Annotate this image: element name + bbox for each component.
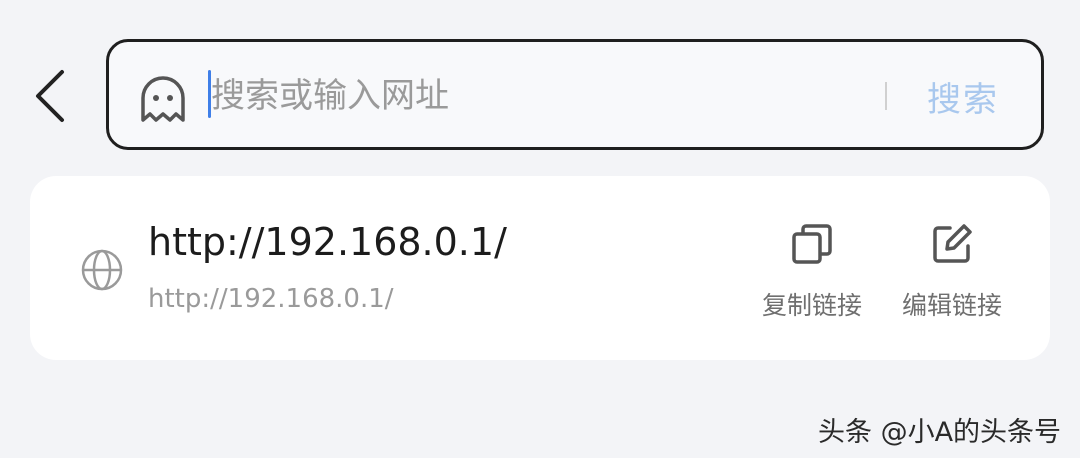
search-submit-button[interactable]: 搜索 xyxy=(927,66,999,126)
ghost-icon xyxy=(141,76,185,122)
chevron-left-icon xyxy=(36,70,64,122)
search-divider xyxy=(885,82,887,110)
copy-link-button[interactable]: 复制链接 xyxy=(752,220,872,330)
globe-icon xyxy=(81,249,123,291)
suggestion-title: http://192.168.0.1/ xyxy=(148,220,507,264)
back-button[interactable] xyxy=(28,64,72,128)
search-input[interactable] xyxy=(211,66,871,126)
watermark: 头条 @小A的头条号 xyxy=(818,417,1062,448)
suggestion-url: http://192.168.0.1/ xyxy=(148,284,394,314)
edit-link-button[interactable]: 编辑链接 xyxy=(892,220,1012,330)
copy-link-label: 复制链接 xyxy=(761,291,862,320)
search-bar[interactable]: 搜索 xyxy=(106,39,1044,150)
edit-icon xyxy=(933,224,972,263)
edit-link-label: 编辑链接 xyxy=(901,291,1002,320)
copy-icon xyxy=(792,224,832,264)
url-suggestion-card[interactable]: http://192.168.0.1/ http://192.168.0.1/ … xyxy=(30,176,1050,360)
